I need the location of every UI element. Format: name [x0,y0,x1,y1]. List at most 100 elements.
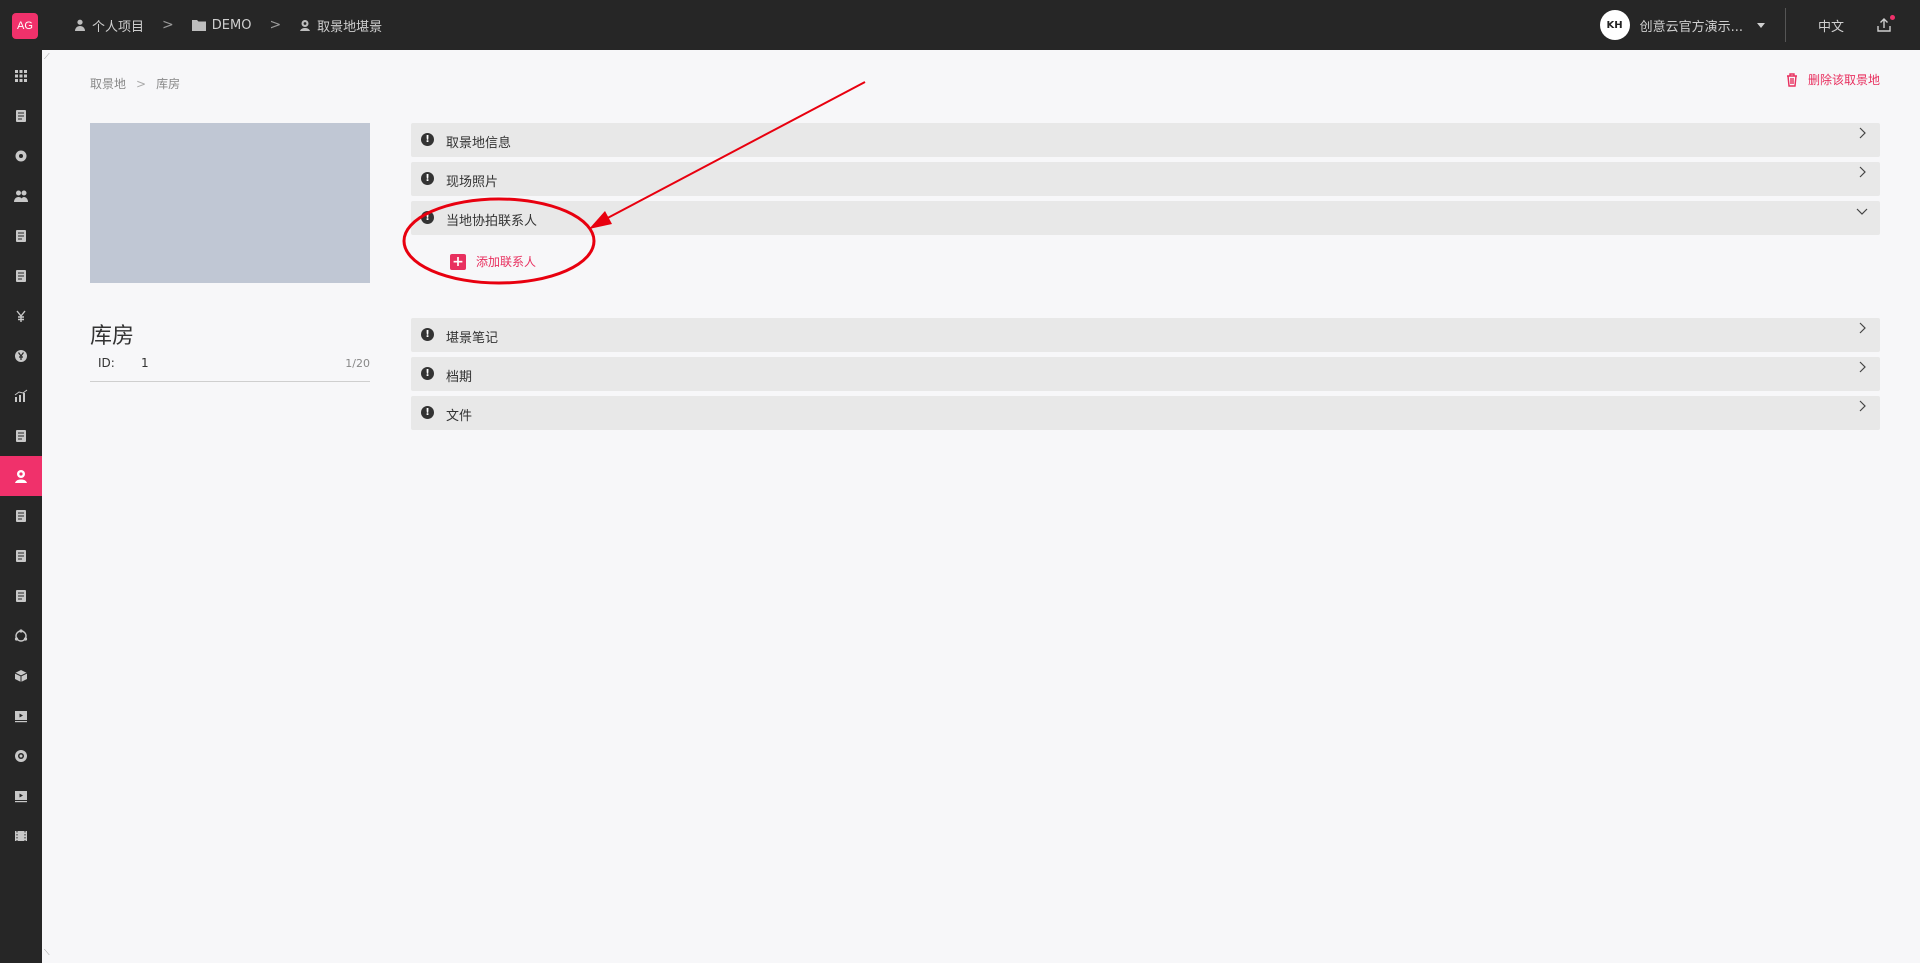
panel-header[interactable]: ! 现场照片 [411,162,1880,196]
panel-header[interactable]: ! 档期 [411,357,1880,391]
panel-header[interactable]: ! 取景地信息 [411,123,1880,157]
sidebar-item-disc[interactable] [0,736,42,776]
sidebar-item-yen[interactable] [0,336,42,376]
script-icon [16,110,26,122]
add-contact-button[interactable]: + 添加联系人 [450,253,536,270]
chevron-down-icon[interactable] [1856,205,1868,217]
breadcrumb-separator: > [269,17,282,33]
chevron-right-icon[interactable] [1856,400,1868,412]
top-bar: AG 个人项目 > DEMO > 取景地堪景 KH 创意云官方演示... 中文 [0,0,1920,50]
sidebar-item-network[interactable] [0,616,42,656]
sidebar-item-grid[interactable] [0,56,42,96]
film-icon [15,831,27,841]
panel-header[interactable]: ! 当地协拍联系人 [411,201,1880,235]
warning-icon: ! [421,406,434,419]
panel-header[interactable]: ! 文件 [411,396,1880,430]
chevron-right-icon[interactable] [1856,127,1868,139]
cube-icon [14,670,28,682]
breadcrumb-separator: > [162,17,174,33]
panel-title: 档期 [446,370,473,385]
chart-icon [14,389,28,402]
resize-handle-bottom[interactable]: ⟍ [44,948,50,958]
location-title: 库房 [90,324,135,349]
warning-icon: ! [421,328,434,341]
id-label: ID: [98,356,115,370]
sidebar-item-props[interactable] [0,576,42,616]
sidebar-item-budget[interactable] [0,296,42,336]
notification-dot [1890,15,1895,20]
breadcrumb-location-scouting[interactable]: 取景地堪景 [299,16,382,35]
sidebar-item-settings[interactable] [0,136,42,176]
org-avatar[interactable]: KH [1599,10,1630,40]
makeup-icon [16,550,26,562]
warning-icon: ! [421,133,434,146]
report-icon [16,430,26,442]
location-icon [300,20,311,31]
breadcrumb-demo[interactable]: DEMO [191,18,251,33]
chevron-down-icon[interactable] [1756,22,1765,28]
sidebar [0,50,42,963]
id-value: 1 [141,356,149,370]
breadcrumb-current: 库房 [156,77,181,91]
video-icon [15,711,27,723]
breadcrumb-separator: > [136,76,147,91]
panel-title: 文件 [446,409,473,424]
sidebar-item-script[interactable] [0,96,42,136]
warning-icon: ! [421,367,434,380]
sidebar-item-film[interactable] [0,816,42,856]
budget-icon [16,310,26,322]
chevron-right-icon[interactable] [1856,322,1868,334]
location-icon [15,470,27,483]
sidebar-item-location[interactable] [0,456,42,496]
chevron-right-icon[interactable] [1856,361,1868,373]
grid-icon [15,70,27,82]
language-switch[interactable]: 中文 [1818,16,1844,35]
sidebar-item-report[interactable] [0,416,42,456]
panel-title: 现场照片 [446,175,499,190]
breadcrumb-locations[interactable]: 取景地 [90,75,126,92]
id-counter: 1/20 [345,357,370,370]
warning-icon: ! [421,172,434,185]
project-breadcrumb: 个人项目 > DEMO > 取景地堪景 [74,0,382,50]
sidebar-item-people[interactable] [0,176,42,216]
panel-header[interactable]: ! 堪景笔记 [411,318,1880,352]
panel-title: 取景地信息 [446,136,512,151]
sidebar-item-chart[interactable] [0,376,42,416]
top-right-controls: KH 创意云官方演示... 中文 [1599,0,1920,50]
app-logo[interactable]: AG [12,13,38,39]
upload-icon[interactable] [1876,15,1895,33]
sidebar-item-video[interactable] [0,696,42,736]
delete-location-button[interactable]: 删除该取景地 [1786,71,1880,88]
schedule-icon [16,270,26,282]
sidebar-item-schedule[interactable] [0,256,42,296]
divider [1784,8,1786,42]
resize-handle-top[interactable]: ⟋ [44,52,50,62]
costume-icon [16,510,26,522]
panel-title: 当地协拍联系人 [446,214,538,229]
yen-icon [15,350,27,362]
disc-icon [15,750,27,762]
org-name[interactable]: 创意云官方演示... [1640,16,1743,35]
location-thumbnail[interactable] [90,123,370,283]
sidebar-item-database[interactable] [0,216,42,256]
trash-icon [1786,72,1797,87]
panel-title: 堪景笔记 [446,331,499,346]
network-icon [14,629,28,642]
chevron-right-icon[interactable] [1856,166,1868,178]
breadcrumb-personal-project[interactable]: 个人项目 [74,16,144,35]
user-icon [75,19,85,31]
sidebar-item-costume[interactable] [0,496,42,536]
props-icon [16,590,26,602]
sidebar-item-makeup[interactable] [0,536,42,576]
warning-icon: ! [421,211,434,224]
people-icon [14,190,28,202]
playback-icon [15,791,27,803]
plus-icon: + [450,253,466,270]
settings-icon [15,150,27,162]
folder-icon [191,20,206,31]
database-icon [16,230,26,242]
sidebar-item-cube[interactable] [0,656,42,696]
sidebar-item-playback[interactable] [0,776,42,816]
location-id-row: ID: 1 1/20 [90,356,370,382]
page-breadcrumb: 取景地 > 库房 [90,75,180,92]
